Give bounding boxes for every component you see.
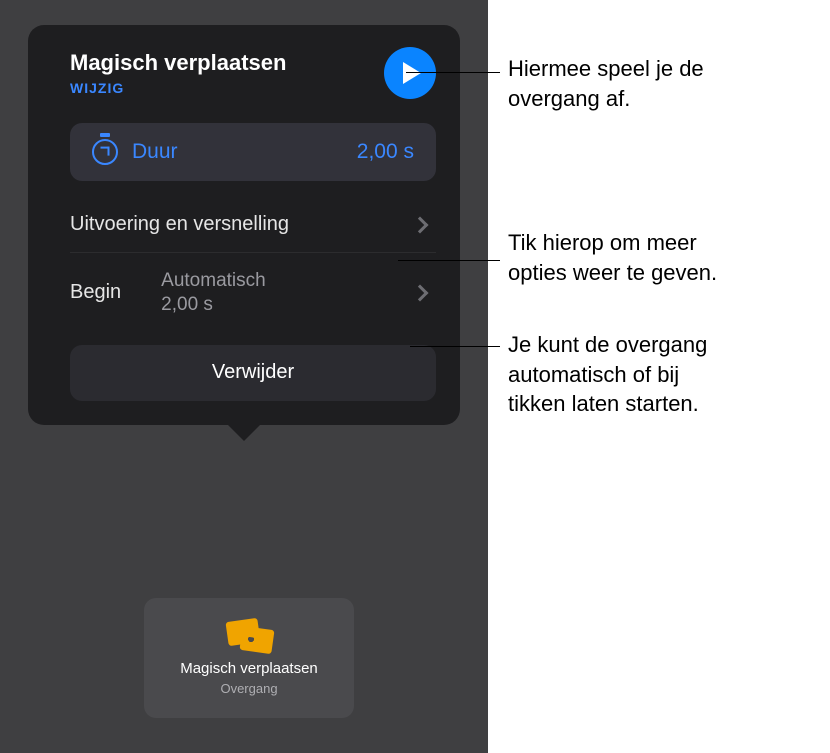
thumbnail-subtitle: Overgang (220, 681, 277, 696)
duration-label: Duur (132, 140, 178, 164)
stopwatch-icon (92, 139, 118, 165)
callout-begin: Je kunt de overgang automatisch of bij t… (508, 330, 707, 419)
popover-header: Magisch verplaatsen WIJZIG (28, 25, 460, 109)
duration-value: 2,00 s (357, 140, 414, 164)
option-execution-acceleration[interactable]: Uitvoering en versnelling (70, 197, 436, 252)
options-list: Uitvoering en versnelling Begin Automati… (70, 197, 436, 333)
option-begin-line1: Automatisch (161, 269, 414, 293)
transition-popover: Magisch verplaatsen WIJZIG Duur 2,00 s U… (28, 25, 460, 425)
device-area: Magisch verplaatsen WIJZIG Duur 2,00 s U… (0, 0, 488, 753)
chevron-right-icon (412, 216, 429, 233)
callout-play: Hiermee speel je de overgang af. (508, 54, 704, 113)
popover-title: Magisch verplaatsen (70, 50, 286, 76)
play-button[interactable] (384, 47, 436, 99)
option-label: Begin (70, 281, 121, 304)
transition-thumbnail[interactable]: Magisch verplaatsen Overgang (144, 598, 354, 718)
option-begin[interactable]: Begin Automatisch 2,00 s (70, 252, 436, 333)
popover-title-wrap: Magisch verplaatsen WIJZIG (70, 50, 286, 96)
magic-move-icon (227, 620, 271, 650)
duration-row[interactable]: Duur 2,00 s (70, 123, 436, 181)
popover-tail (226, 423, 262, 441)
callout-line (406, 72, 500, 73)
play-icon (403, 62, 421, 84)
chevron-right-icon (412, 284, 429, 301)
delete-label: Verwijder (212, 361, 294, 384)
option-label: Uitvoering en versnelling (70, 213, 289, 236)
thumbnail-title: Magisch verplaatsen (180, 660, 318, 677)
callout-line (410, 346, 500, 347)
option-begin-line2: 2,00 s (161, 293, 414, 317)
callout-more-options: Tik hierop om meer opties weer te geven. (508, 228, 717, 287)
delete-button[interactable]: Verwijder (70, 345, 436, 401)
option-begin-value: Automatisch 2,00 s (161, 269, 414, 317)
duration-left: Duur (92, 139, 178, 165)
callout-line (398, 260, 500, 261)
edit-link[interactable]: WIJZIG (70, 80, 286, 96)
